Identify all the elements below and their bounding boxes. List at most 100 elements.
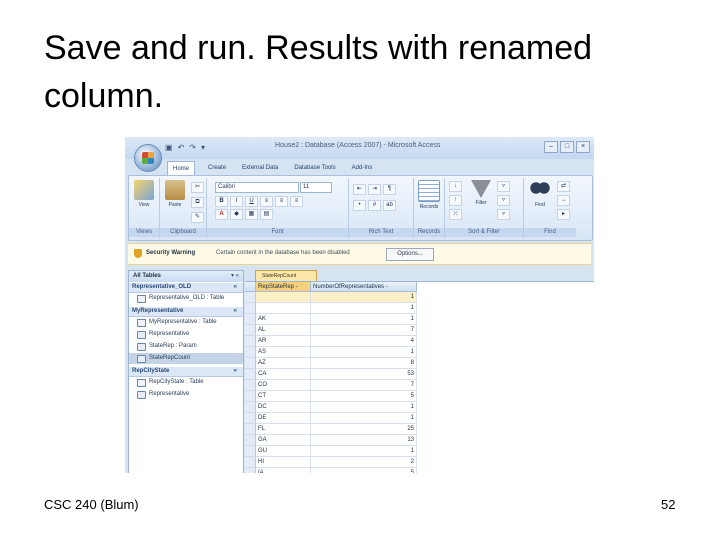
row-selector[interactable] bbox=[245, 435, 256, 446]
column-header-numberofrepresentatives[interactable]: NumberOfRepresentatives - bbox=[311, 282, 417, 292]
format-painter-icon[interactable]: ✎ bbox=[191, 212, 204, 223]
dropdown-icon[interactable]: ▾ bbox=[201, 143, 205, 153]
tab-create[interactable]: Create bbox=[205, 161, 229, 175]
maximize-button[interactable]: □ bbox=[560, 141, 574, 153]
goto-icon[interactable]: → bbox=[557, 195, 570, 206]
cell-state[interactable]: GA bbox=[256, 435, 311, 446]
row-selector[interactable] bbox=[245, 424, 256, 435]
cell-number-of-representatives[interactable]: 1 bbox=[311, 413, 417, 424]
cell-number-of-representatives[interactable]: 25 bbox=[311, 424, 417, 435]
tab-add-ins[interactable]: Add-Ins bbox=[349, 161, 376, 175]
find-button[interactable]: Find bbox=[526, 180, 554, 208]
align-center-icon[interactable]: ≡ bbox=[275, 196, 288, 207]
save-icon[interactable]: ▣ bbox=[165, 143, 173, 153]
row-selector[interactable] bbox=[245, 468, 256, 473]
redo-icon[interactable]: ↷ bbox=[189, 143, 196, 153]
font-size-select[interactable]: 11 bbox=[300, 182, 332, 193]
nav-item-representative-old-table[interactable]: Representative_OLD : Table bbox=[129, 293, 243, 304]
gridlines-icon[interactable]: ▦ bbox=[245, 209, 258, 220]
document-tab-staterepcount[interactable]: StateRepCount bbox=[255, 270, 317, 281]
row-selector[interactable] bbox=[245, 325, 256, 336]
cell-number-of-representatives[interactable]: 8 bbox=[311, 358, 417, 369]
cell-state[interactable]: HI bbox=[256, 457, 311, 468]
nav-item-repcitystate-table[interactable]: RepCityState : Table bbox=[129, 377, 243, 388]
cell-number-of-representatives[interactable]: 1 bbox=[311, 314, 417, 325]
nav-pane-controls[interactable]: ▾ « bbox=[231, 271, 239, 282]
copy-icon[interactable]: ⧉ bbox=[191, 197, 204, 208]
row-selector[interactable] bbox=[245, 391, 256, 402]
cell-state[interactable]: AK bbox=[256, 314, 311, 325]
cell-number-of-representatives[interactable]: 7 bbox=[311, 325, 417, 336]
cell-state[interactable]: CT bbox=[256, 391, 311, 402]
row-selector[interactable] bbox=[245, 402, 256, 413]
records-button[interactable]: Records bbox=[415, 180, 443, 210]
numbering-icon[interactable]: # bbox=[368, 200, 381, 211]
replace-icon[interactable]: ⇄ bbox=[557, 181, 570, 192]
cell-state[interactable]: DC bbox=[256, 402, 311, 413]
column-header-repstaterep[interactable]: RepStateRep - bbox=[256, 282, 311, 292]
sort-descending-icon[interactable]: ↑ bbox=[449, 195, 462, 206]
row-selector[interactable] bbox=[245, 413, 256, 424]
cell-state[interactable] bbox=[256, 292, 311, 303]
alt-row-color-icon[interactable]: ▤ bbox=[260, 209, 273, 220]
cell-state[interactable]: DE bbox=[256, 413, 311, 424]
font-name-select[interactable]: Calibri bbox=[215, 182, 299, 193]
advanced-filter-icon[interactable]: ▿ bbox=[497, 195, 510, 206]
row-selector[interactable] bbox=[245, 380, 256, 391]
clear-sort-icon[interactable]: ⤫ bbox=[449, 209, 462, 220]
cell-number-of-representatives[interactable]: 1 bbox=[311, 446, 417, 457]
cell-number-of-representatives[interactable]: 1 bbox=[311, 292, 417, 303]
cell-number-of-representatives[interactable]: 53 bbox=[311, 369, 417, 380]
bullets-icon[interactable]: • bbox=[353, 200, 366, 211]
nav-group-repcitystate[interactable]: RepCityState « bbox=[129, 367, 243, 377]
minimize-button[interactable]: – bbox=[544, 141, 558, 153]
row-selector[interactable] bbox=[245, 358, 256, 369]
paste-button[interactable]: Paste bbox=[161, 180, 189, 208]
cell-number-of-representatives[interactable]: 1 bbox=[311, 303, 417, 314]
filter-button[interactable]: Filter bbox=[467, 180, 495, 206]
selection-icon[interactable]: ▿ bbox=[497, 181, 510, 192]
cell-state[interactable]: IA bbox=[256, 468, 311, 473]
cell-number-of-representatives[interactable]: 1 bbox=[311, 402, 417, 413]
select-all-corner[interactable] bbox=[245, 282, 256, 292]
cell-state[interactable]: FL bbox=[256, 424, 311, 435]
row-selector[interactable] bbox=[245, 369, 256, 380]
cell-number-of-representatives[interactable]: 5 bbox=[311, 468, 417, 473]
office-button[interactable] bbox=[134, 144, 162, 172]
tab-database-tools[interactable]: Database Tools bbox=[291, 161, 338, 175]
row-selector[interactable] bbox=[245, 292, 256, 303]
nav-item-representative-query-2[interactable]: Representative bbox=[129, 389, 243, 400]
cell-number-of-representatives[interactable]: 4 bbox=[311, 336, 417, 347]
cell-state[interactable]: AR bbox=[256, 336, 311, 347]
cell-number-of-representatives[interactable]: 2 bbox=[311, 457, 417, 468]
cell-state[interactable]: CA bbox=[256, 369, 311, 380]
sort-ascending-icon[interactable]: ↓ bbox=[449, 181, 462, 192]
cell-number-of-representatives[interactable]: 5 bbox=[311, 391, 417, 402]
cut-icon[interactable]: ✂ bbox=[191, 182, 204, 193]
close-button[interactable]: × bbox=[576, 141, 590, 153]
cell-state[interactable] bbox=[256, 303, 311, 314]
font-color-icon[interactable]: A bbox=[215, 209, 228, 220]
nav-item-representative-query[interactable]: Representative bbox=[129, 329, 243, 340]
row-selector[interactable] bbox=[245, 446, 256, 457]
align-right-icon[interactable]: ≡ bbox=[290, 196, 303, 207]
view-button[interactable]: View bbox=[130, 180, 158, 208]
undo-icon[interactable]: ↶ bbox=[178, 143, 185, 153]
nav-item-staterep-param[interactable]: StateRep : Param bbox=[129, 341, 243, 352]
cell-number-of-representatives[interactable]: 7 bbox=[311, 380, 417, 391]
nav-group-representative-old[interactable]: Representative_OLD « bbox=[129, 283, 243, 293]
cell-state[interactable]: AZ bbox=[256, 358, 311, 369]
cell-number-of-representatives[interactable]: 13 bbox=[311, 435, 417, 446]
cell-state[interactable]: GU bbox=[256, 446, 311, 457]
cell-state[interactable]: AS bbox=[256, 347, 311, 358]
cell-state[interactable]: CO bbox=[256, 380, 311, 391]
align-left-icon[interactable]: ≡ bbox=[260, 196, 273, 207]
row-selector[interactable] bbox=[245, 336, 256, 347]
row-selector[interactable] bbox=[245, 457, 256, 468]
tab-external-data[interactable]: External Data bbox=[239, 161, 281, 175]
fill-color-icon[interactable]: ◆ bbox=[230, 209, 243, 220]
cell-number-of-representatives[interactable]: 1 bbox=[311, 347, 417, 358]
underline-icon[interactable]: U bbox=[245, 196, 258, 207]
row-selector[interactable] bbox=[245, 347, 256, 358]
select-icon[interactable]: ▸ bbox=[557, 209, 570, 220]
